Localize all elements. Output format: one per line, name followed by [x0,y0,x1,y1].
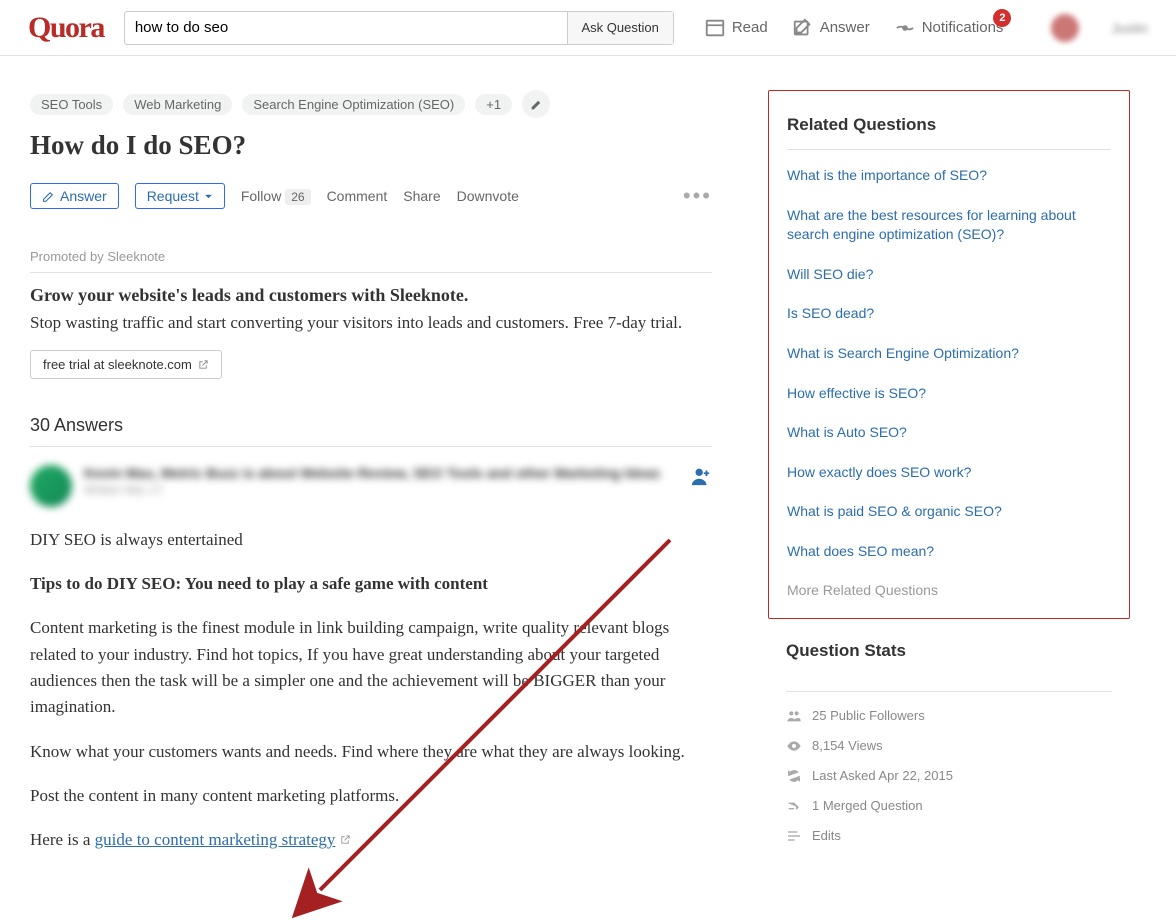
content-marketing-link[interactable]: guide to content marketing strategy [95,830,336,849]
topic-row: SEO Tools Web Marketing Search Engine Op… [30,90,712,118]
answer-p1: DIY SEO is always entertained [30,527,712,553]
search-box: Ask Question [124,11,674,45]
edit-icon [792,17,814,39]
pencil-icon [530,98,543,111]
related-questions-box: Related Questions What is the importance… [768,90,1130,619]
merge-icon [786,798,802,814]
nav-notifications[interactable]: Notifications 2 [894,17,1004,39]
related-link[interactable]: How effective is SEO? [787,384,1111,404]
question-stats: Question Stats 25 Public Followers 8,154… [768,641,1130,844]
bell-icon [894,17,916,39]
stat-edits[interactable]: Edits [786,828,1112,844]
pencil-icon [42,190,55,203]
related-link[interactable]: Will SEO die? [787,265,1111,285]
stat-views: 8,154 Views [786,738,1112,754]
stat-views-text: 8,154 Views [812,738,883,753]
answer-body: DIY SEO is always entertained Tips to do… [30,527,712,854]
answer-count: 30 Answers [30,415,712,447]
stat-last-asked-text: Last Asked Apr 22, 2015 [812,768,953,783]
read-icon [704,17,726,39]
answer-author-avatar[interactable] [30,465,72,507]
nav-answer-label: Answer [820,19,870,36]
search-input[interactable] [125,12,567,44]
sidebar: Related Questions What is the importance… [768,90,1130,872]
ask-question-button[interactable]: Ask Question [567,12,673,44]
downvote-button[interactable]: Downvote [457,188,519,204]
stats-title: Question Stats [786,641,1112,675]
stat-last-asked: Last Asked Apr 22, 2015 [786,768,1112,784]
related-link[interactable]: What are the best resources for learning… [787,206,1111,245]
share-button[interactable]: Share [403,188,440,204]
eye-icon [786,738,802,754]
user-avatar[interactable] [1051,14,1079,42]
user-plus-icon [690,465,712,487]
answer-p6-prefix: Here is a [30,830,95,849]
more-related-link[interactable]: More Related Questions [787,582,938,598]
notification-badge: 2 [993,9,1011,27]
quora-logo[interactable]: Quora [28,11,104,45]
follow-label: Follow [241,188,281,204]
user-name: Justin [1111,20,1148,36]
answer-p2: Tips to do DIY SEO: You need to play a s… [30,574,488,593]
nav-links: Read Answer Notifications 2 Justin [704,14,1148,42]
external-link-icon [340,834,351,848]
answer-p3: Content marketing is the finest module i… [30,615,712,720]
related-link[interactable]: Is SEO dead? [787,304,1111,324]
nav-read-label: Read [732,19,768,36]
promoted-label: Promoted by Sleeknote [30,249,712,273]
main-content: SEO Tools Web Marketing Search Engine Op… [30,90,712,872]
related-link[interactable]: What does SEO mean? [787,542,1111,562]
stat-followers-text: 25 Public Followers [812,708,925,723]
comment-button[interactable]: Comment [327,188,388,204]
stat-edits-text: Edits [812,828,841,843]
stat-merged-text: 1 Merged Question [812,798,923,813]
answer-p4: Know what your customers wants and needs… [30,739,712,765]
answer-author-name[interactable]: Kevin Max, Metric Buzz is about Website … [84,465,678,481]
answer-button[interactable]: Answer [30,183,119,209]
list-icon [786,828,802,844]
refresh-icon [786,768,802,784]
topic-edit-button[interactable] [522,90,550,118]
related-title: Related Questions [787,115,1111,150]
related-link[interactable]: How exactly does SEO work? [787,463,1111,483]
topic-pill[interactable]: SEO Tools [30,94,113,115]
answer-author-block: Kevin Max, Metric Buzz is about Website … [84,465,678,497]
more-menu[interactable]: ••• [683,183,712,209]
answer-p5: Post the content in many content marketi… [30,783,712,809]
follow-user-button[interactable] [690,465,712,493]
answer-p6: Here is a guide to content marketing str… [30,827,712,853]
related-link[interactable]: What is paid SEO & organic SEO? [787,502,1111,522]
topic-pill[interactable]: Search Engine Optimization (SEO) [242,94,465,115]
users-icon [786,708,802,724]
request-button-label: Request [147,188,199,204]
promo-cta-label: free trial at sleeknote.com [43,357,192,372]
nav-notifications-label: Notifications [922,19,1004,36]
related-link[interactable]: What is Search Engine Optimization? [787,344,1111,364]
chevron-down-icon [204,192,213,201]
top-nav: Quora Ask Question Read Answer Notificat… [0,0,1176,56]
answer-button-label: Answer [60,188,107,204]
topic-pill[interactable]: Web Marketing [123,94,232,115]
related-link[interactable]: What is Auto SEO? [787,423,1111,443]
nav-read[interactable]: Read [704,17,768,39]
stat-followers[interactable]: 25 Public Followers [786,708,1112,724]
follow-count: 26 [285,189,310,205]
answer-header: Kevin Max, Metric Buzz is about Website … [30,465,712,507]
topic-more[interactable]: +1 [475,94,512,115]
related-link[interactable]: What is the importance of SEO? [787,166,1111,186]
answer-date: Written Mar 17 [84,483,678,497]
action-row: Answer Request Follow 26 Comment Share D… [30,183,712,209]
promoted-by-text: Promoted by Sleeknote [30,249,165,264]
request-button[interactable]: Request [135,183,225,209]
question-title: How do I do SEO? [30,130,712,161]
external-link-icon [198,359,209,370]
nav-answer[interactable]: Answer [792,17,870,39]
promo-desc: Stop wasting traffic and start convertin… [30,310,712,336]
follow-button[interactable]: Follow 26 [241,188,311,204]
promo-title: Grow your website's leads and customers … [30,285,712,306]
promo-cta-button[interactable]: free trial at sleeknote.com [30,350,222,379]
stat-merged[interactable]: 1 Merged Question [786,798,1112,814]
